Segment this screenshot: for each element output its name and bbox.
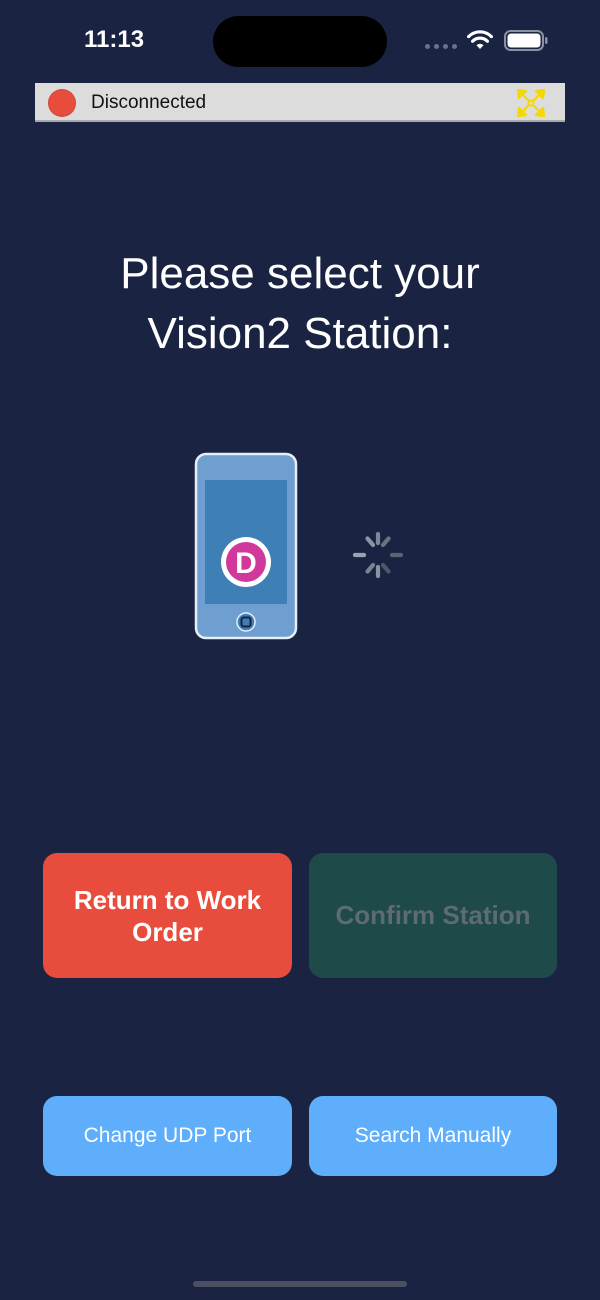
connection-status-indicator-icon — [48, 89, 76, 117]
page-title-line-2: Vision2 Station: — [147, 309, 453, 358]
confirm-station-button[interactable]: Confirm Station — [309, 853, 557, 978]
change-udp-port-button[interactable]: Change UDP Port — [43, 1096, 292, 1176]
connection-status-bar: Disconnected — [35, 83, 565, 122]
home-indicator[interactable] — [193, 1281, 407, 1287]
connection-status-label: Disconnected — [91, 92, 207, 113]
status-time: 11:13 — [84, 26, 145, 53]
dynamic-island — [213, 16, 387, 67]
device-logo-letter: D — [235, 547, 257, 580]
return-to-work-order-button[interactable]: Return to Work Order — [43, 853, 292, 978]
page-title: Please select your Vision2 Station: — [0, 244, 600, 364]
activity-spinner-icon — [352, 531, 404, 579]
wifi-icon — [467, 30, 493, 49]
cellular-signal-icon — [425, 44, 457, 50]
status-bar: 11:13 — [0, 0, 600, 80]
search-manually-button[interactable]: Search Manually — [309, 1096, 557, 1176]
phone-device-icon: D — [194, 452, 298, 640]
page-title-line-1: Please select your — [120, 249, 480, 298]
expand-arrows-icon[interactable] — [515, 87, 547, 119]
battery-icon — [504, 30, 548, 51]
